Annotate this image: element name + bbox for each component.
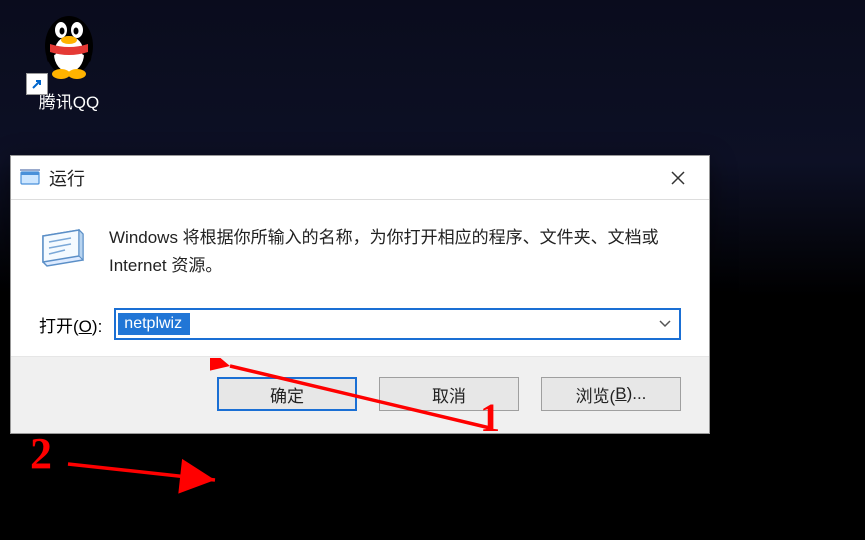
ok-button[interactable]: 确定 [217, 377, 357, 411]
open-label: 打开(O): [39, 312, 102, 337]
dialog-message: Windows 将根据你所输入的名称，为你打开相应的程序、文件夹、文档或 Int… [109, 224, 681, 280]
browse-button[interactable]: 浏览(B)... [541, 377, 681, 411]
dialog-button-bar: 确定 取消 浏览(B)... [11, 356, 709, 433]
dialog-title: 运行 [49, 165, 655, 191]
chevron-down-icon [659, 317, 671, 331]
run-dialog: 运行 Windows 将根据你所输入的名称，为你打开相应的程序、文件夹、文档或 … [10, 155, 710, 434]
run-icon [39, 228, 87, 270]
close-button[interactable] [655, 156, 701, 200]
open-input-value: netplwiz [118, 313, 190, 335]
qq-penguin-icon [34, 6, 104, 80]
run-dialog-title-icon [19, 167, 41, 189]
close-icon [671, 171, 685, 185]
shortcut-overlay-icon [26, 73, 48, 95]
desktop-shortcut-qq[interactable]: 腾讯QQ [24, 6, 114, 113]
open-combobox[interactable]: netplwiz [114, 308, 681, 340]
cancel-button[interactable]: 取消 [379, 377, 519, 411]
titlebar[interactable]: 运行 [11, 156, 709, 200]
